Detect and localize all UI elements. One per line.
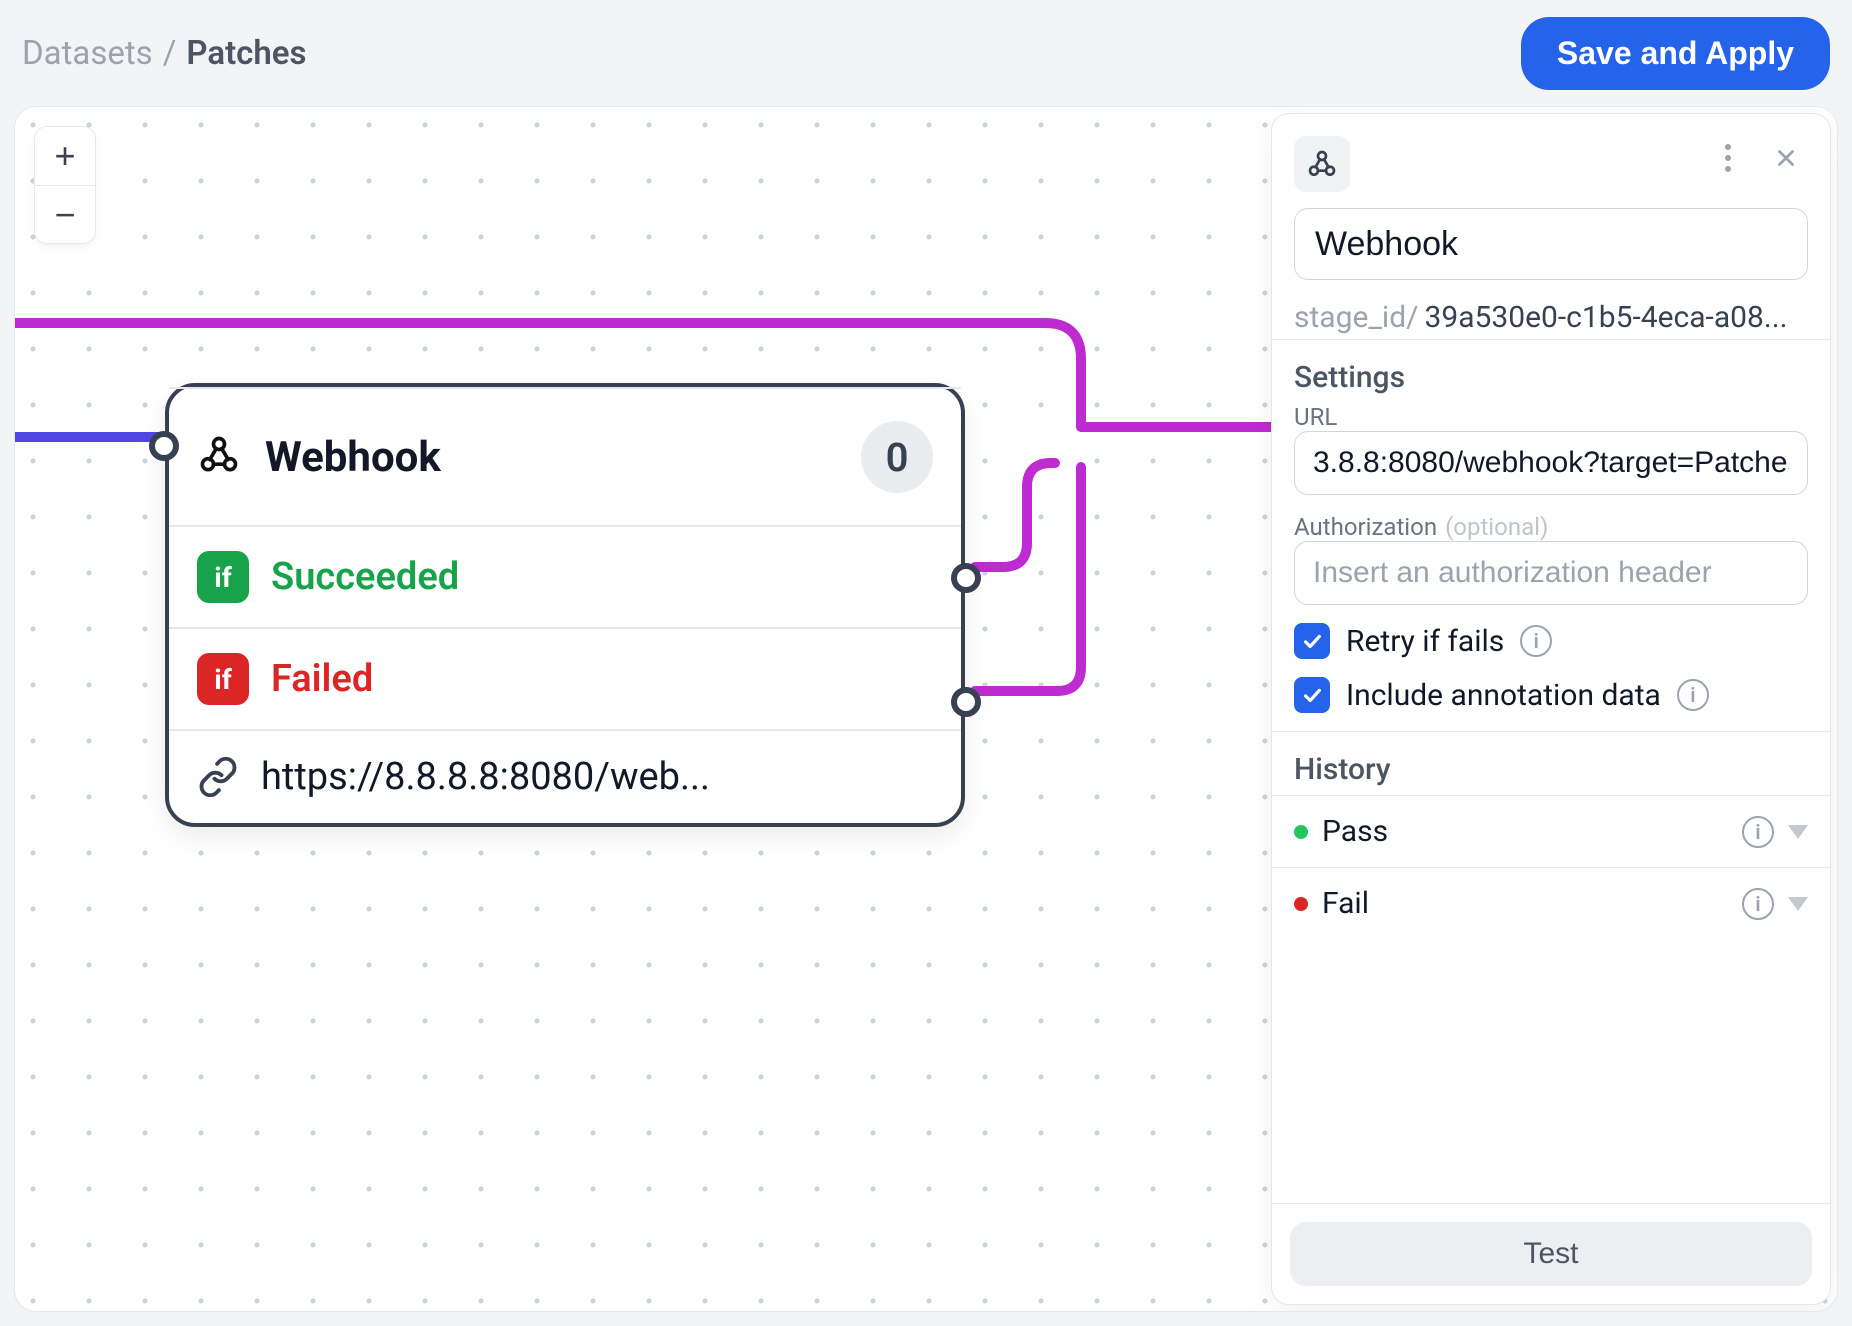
zoom-out-button[interactable]: − [35, 185, 95, 243]
webhook-icon [197, 433, 241, 481]
header: Datasets / Patches Save and Apply [0, 0, 1852, 106]
node-condition-failed[interactable]: if Failed [169, 627, 961, 729]
history-item-pass[interactable]: Pass i [1272, 795, 1830, 867]
condition-label-failed: Failed [271, 657, 373, 701]
workflow-canvas[interactable]: + − Webhook 0 if Succeeded if Failed [14, 106, 1838, 1312]
checkbox-checked-icon[interactable] [1294, 623, 1330, 659]
stage-id-key: stage_id/ [1294, 300, 1419, 335]
breadcrumb-root[interactable]: Datasets [22, 34, 153, 73]
url-label: URL [1294, 403, 1808, 431]
settings-section: Settings URL Authorization (optional) [1272, 339, 1830, 731]
chevron-down-icon[interactable] [1788, 897, 1808, 911]
retry-label: Retry if fails [1346, 624, 1504, 659]
breadcrumb-sep: / [163, 34, 177, 73]
node-url-text: https://8.8.8.8:8080/web... [261, 755, 710, 799]
stage-id-line: stage_id/ 39a530e0-c1b5-4eca-a08... [1294, 300, 1808, 335]
stage-name-input[interactable] [1294, 208, 1808, 280]
panel-footer: Test [1272, 1203, 1830, 1304]
status-dot-pass [1294, 825, 1308, 839]
breadcrumb: Datasets / Patches [22, 34, 307, 73]
history-item-fail[interactable]: Fail i [1272, 867, 1830, 939]
if-badge-failed: if [197, 653, 249, 705]
close-icon [1773, 145, 1799, 171]
link-icon [197, 756, 239, 798]
node-header-row: Webhook 0 [169, 387, 961, 525]
node-input-port[interactable] [149, 431, 179, 461]
panel-menu-button[interactable] [1706, 136, 1750, 180]
node-condition-succeeded[interactable]: if Succeeded [169, 525, 961, 627]
node-title: Webhook [265, 433, 441, 482]
stage-id-value: 39a530e0-c1b5-4eca-a08... [1425, 300, 1788, 335]
info-icon[interactable]: i [1742, 888, 1774, 920]
retry-if-fails-row[interactable]: Retry if fails i [1294, 623, 1808, 659]
settings-title: Settings [1272, 340, 1830, 403]
url-input[interactable] [1294, 431, 1808, 495]
history-label: Pass [1322, 814, 1388, 849]
properties-panel: stage_id/ 39a530e0-c1b5-4eca-a08... Sett… [1271, 113, 1831, 1305]
zoom-controls: + − [35, 127, 95, 243]
save-and-apply-button[interactable]: Save and Apply [1521, 17, 1830, 90]
info-icon[interactable]: i [1742, 816, 1774, 848]
node-url-row: https://8.8.8.8:8080/web... [169, 729, 961, 823]
condition-label-succeeded: Succeeded [271, 555, 459, 599]
webhook-icon [1294, 136, 1350, 192]
test-button[interactable]: Test [1290, 1222, 1812, 1286]
dots-vertical-icon [1725, 144, 1731, 172]
info-icon[interactable]: i [1520, 625, 1552, 657]
node-output-port-failed[interactable] [951, 687, 981, 717]
webhook-node[interactable]: Webhook 0 if Succeeded if Failed https:/… [165, 383, 965, 827]
node-output-port-succeeded[interactable] [951, 563, 981, 593]
breadcrumb-page[interactable]: Patches [186, 34, 306, 73]
authorization-label: Authorization (optional) [1294, 513, 1808, 541]
if-badge-succeeded: if [197, 551, 249, 603]
history-label: Fail [1322, 886, 1369, 921]
include-annotation-row[interactable]: Include annotation data i [1294, 677, 1808, 713]
zoom-in-button[interactable]: + [35, 127, 95, 185]
panel-close-button[interactable] [1764, 136, 1808, 180]
authorization-input[interactable] [1294, 541, 1808, 605]
history-title: History [1272, 732, 1830, 795]
chevron-down-icon[interactable] [1788, 825, 1808, 839]
history-section: History Pass i Fail i [1272, 731, 1830, 939]
include-label: Include annotation data [1346, 678, 1661, 713]
status-dot-fail [1294, 897, 1308, 911]
node-count-badge: 0 [861, 421, 933, 493]
panel-header [1272, 114, 1830, 192]
info-icon[interactable]: i [1677, 679, 1709, 711]
checkbox-checked-icon[interactable] [1294, 677, 1330, 713]
